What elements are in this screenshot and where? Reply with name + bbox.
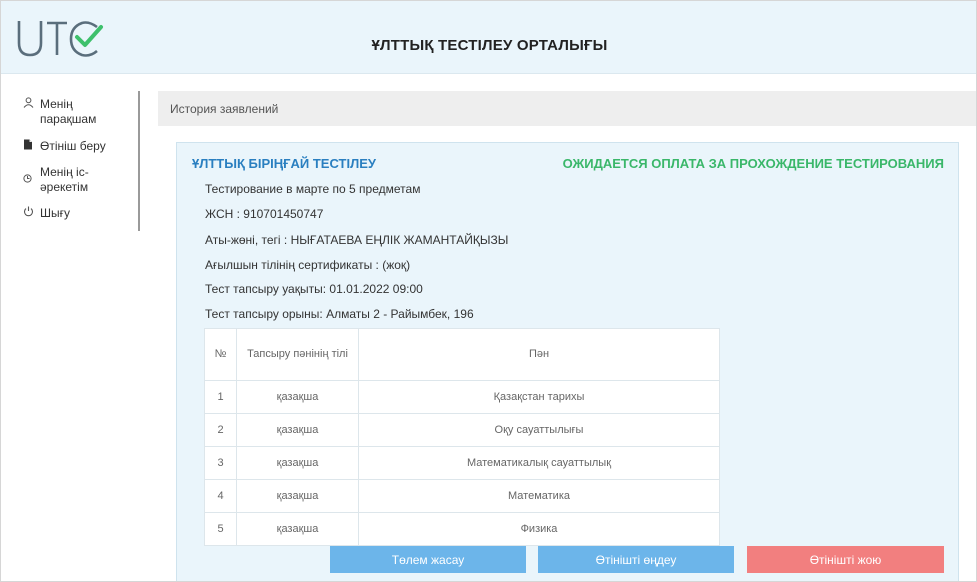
column-header: № — [204, 328, 237, 381]
info-line: Тест тапсыру орыны: Алматы 2 - Райымбек,… — [205, 307, 474, 321]
application-title: ҰЛТТЫҚ БІРІҢҒАЙ ТЕСТІЛЕУ — [192, 156, 376, 171]
document-icon — [23, 139, 37, 155]
info-line: Тестирование в марте по 5 предметам — [205, 182, 421, 196]
column-header: Тапсыру пәнінің тілі — [236, 328, 359, 381]
edit-application-button[interactable]: Өтінішті өңдеу — [538, 546, 734, 573]
table-cell: қазақша — [236, 479, 359, 513]
breadcrumb: История заявлений — [158, 91, 976, 126]
table-row: 1 қазақша Қазақстан тарихы — [204, 380, 720, 414]
table-row: 4 қазақша Математика — [204, 479, 720, 513]
table-cell: қазақша — [236, 446, 359, 480]
table-row: 3 қазақша Математикалық сауаттылық — [204, 446, 720, 480]
info-line: Ағылшын тілінің сертификаты : (жоқ) — [205, 258, 411, 272]
table-cell: 1 — [204, 380, 237, 414]
info-line: Тест тапсыру уақыты: 01.01.2022 09:00 — [205, 282, 423, 296]
top-header: ҰЛТТЫҚ ТЕСТІЛЕУ ОРТАЛЫҒЫ — [1, 1, 976, 74]
info-line: ЖСН : 910701450747 — [205, 207, 324, 221]
breadcrumb-label: История заявлений — [170, 102, 279, 116]
table-cell: қазақша — [236, 380, 359, 414]
table-cell: 2 — [204, 413, 237, 447]
table-header-row: № Тапсыру пәнінің тілі Пән — [204, 328, 720, 381]
status-badge: ОЖИДАЕТСЯ ОПЛАТА ЗА ПРОХОЖДЕНИЕ ТЕСТИРОВ… — [562, 156, 944, 171]
table-row: 5 қазақша Физика — [204, 512, 720, 546]
sidebar-item-my-activity[interactable]: Менің іс-әрекетім — [23, 165, 130, 195]
activity-icon — [23, 165, 37, 188]
table-cell: 5 — [204, 512, 237, 546]
table-cell: қазақша — [236, 413, 359, 447]
table-row: 2 қазақша Оқу сауаттылығы — [204, 413, 720, 447]
sidebar: Менің парақшам Өтініш беру Менің іс-әрек… — [1, 91, 141, 581]
info-line: Аты-жөні, тегі : НЫҒАТАЕВА ЕҢЛІК ЖАМАНТА… — [205, 233, 509, 247]
sidebar-item-submit-application[interactable]: Өтініш беру — [23, 139, 130, 155]
table-cell: Математикалық сауаттылық — [358, 446, 720, 480]
sidebar-item-label: Менің парақшам — [40, 97, 97, 126]
sidebar-item-label: Менің іс-әрекетім — [40, 165, 89, 194]
table-cell: Қазақстан тарихы — [358, 380, 720, 414]
page-title: ҰЛТТЫҚ ТЕСТІЛЕУ ОРТАЛЫҒЫ — [371, 37, 608, 54]
app-window: ҰЛТТЫҚ ТЕСТІЛЕУ ОРТАЛЫҒЫ Менің парақшам … — [0, 0, 977, 582]
table-cell: 3 — [204, 446, 237, 480]
table-cell: Оқу сауаттылығы — [358, 413, 720, 447]
table-cell: 4 — [204, 479, 237, 513]
table-cell: қазақша — [236, 512, 359, 546]
pay-button[interactable]: Төлем жасау — [330, 546, 526, 573]
sidebar-item-label: Шығу — [40, 206, 70, 220]
column-header: Пән — [358, 328, 720, 381]
user-icon — [23, 97, 37, 113]
sidebar-item-logout[interactable]: Шығу — [23, 206, 130, 222]
delete-application-button[interactable]: Өтінішті жою — [747, 546, 944, 573]
table-cell: Физика — [358, 512, 720, 546]
table-cell: Математика — [358, 479, 720, 513]
subjects-table: № Тапсыру пәнінің тілі Пән 1 қазақша Қаз… — [204, 328, 720, 546]
sidebar-item-label: Өтініш беру — [40, 139, 106, 153]
power-icon — [23, 206, 37, 222]
sidebar-item-my-page[interactable]: Менің парақшам — [23, 97, 130, 127]
application-card: ҰЛТТЫҚ БІРІҢҒАЙ ТЕСТІЛЕУ ОЖИДАЕТСЯ ОПЛАТ… — [176, 142, 959, 581]
sidebar-divider — [138, 91, 140, 231]
